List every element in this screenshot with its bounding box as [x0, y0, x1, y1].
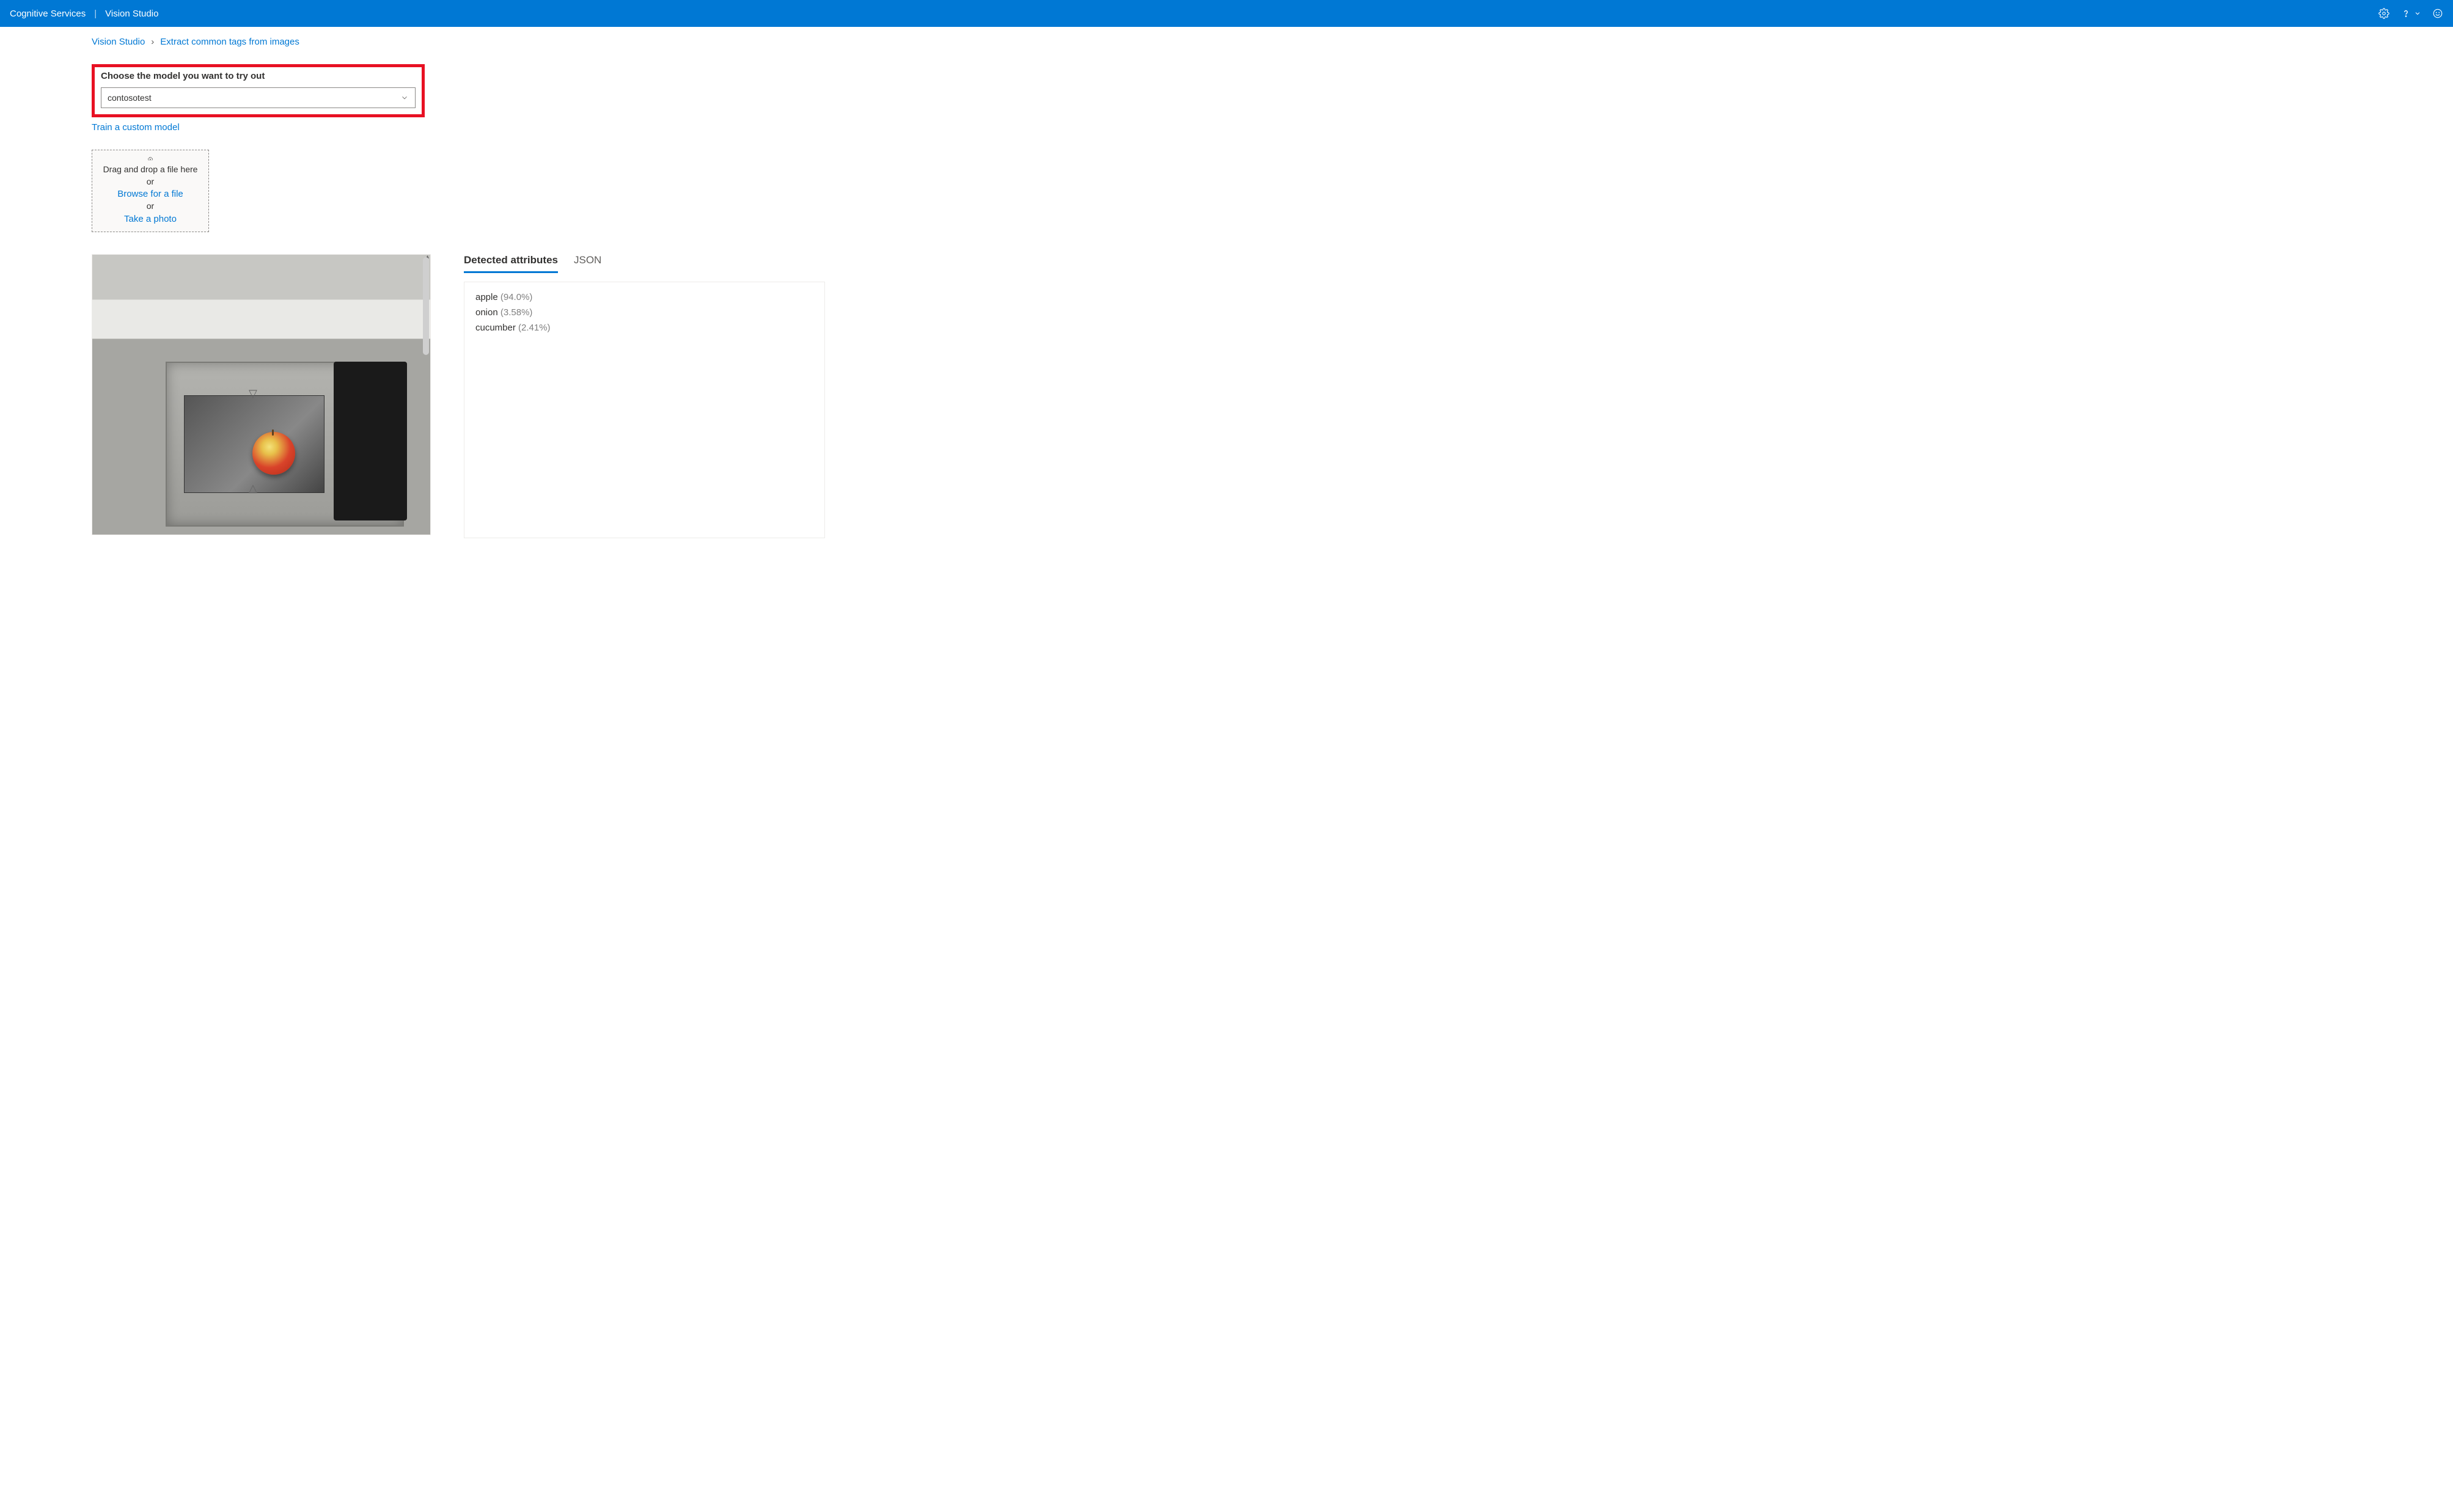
model-selector-value: contosotest: [108, 93, 152, 103]
breadcrumb-separator: ›: [151, 37, 154, 47]
results-column: Detected attributes JSON apple (94.0%) o…: [464, 254, 825, 538]
upload-drag-text: Drag and drop a file here: [103, 164, 198, 176]
result-tag-row: apple (94.0%): [475, 292, 813, 302]
header-actions: [2378, 8, 2443, 19]
chevron-down-icon: [400, 93, 409, 102]
feedback-icon[interactable]: [2432, 8, 2443, 19]
result-tag-prob: (3.58%): [501, 307, 533, 318]
results-panel: apple (94.0%) onion (3.58%) cucumber (2.…: [464, 282, 825, 538]
chevron-down-icon: [2414, 10, 2421, 17]
breadcrumb-root[interactable]: Vision Studio: [92, 37, 145, 47]
model-selector-label: Choose the model you want to try out: [101, 71, 416, 81]
header-separator: |: [92, 9, 99, 19]
model-selector-dropdown[interactable]: contosotest: [101, 87, 416, 108]
image-preview: ▽ △ ▴: [92, 254, 431, 535]
brand-name: Cognitive Services: [10, 9, 86, 19]
take-photo-link[interactable]: Take a photo: [124, 213, 177, 225]
result-tag-name: cucumber: [475, 323, 516, 333]
product-name: Vision Studio: [105, 9, 158, 19]
cloud-upload-icon: [141, 156, 160, 161]
result-tag-name: apple: [475, 292, 498, 302]
scrollbar-thumb[interactable]: [423, 257, 429, 355]
result-tag-row: cucumber (2.41%): [475, 323, 813, 333]
upload-or-2: or: [147, 200, 154, 213]
app-header: Cognitive Services | Vision Studio: [0, 0, 2453, 27]
tray-arrow-bottom-icon: △: [249, 482, 257, 495]
browse-file-link[interactable]: Browse for a file: [117, 188, 183, 200]
result-tag-prob: (2.41%): [518, 323, 551, 333]
preview-apple: [252, 432, 295, 475]
main-content: Vision Studio › Extract common tags from…: [0, 27, 917, 538]
results-tabs: Detected attributes JSON: [464, 254, 825, 273]
tab-json[interactable]: JSON: [574, 254, 601, 273]
result-tag-name: onion: [475, 307, 498, 318]
upload-or-1: or: [147, 176, 154, 188]
preview-scene: ▽ △: [92, 255, 430, 535]
help-menu[interactable]: [2400, 8, 2421, 19]
preview-side-panel: [334, 362, 407, 520]
help-icon: [2400, 8, 2411, 19]
train-custom-model-link[interactable]: Train a custom model: [92, 122, 180, 133]
tab-detected-attributes[interactable]: Detected attributes: [464, 254, 558, 273]
result-tag-row: onion (3.58%): [475, 307, 813, 318]
model-selector-highlight: Choose the model you want to try out con…: [92, 64, 425, 117]
tray-arrow-top-icon: ▽: [249, 387, 257, 400]
results-row: ▽ △ ▴ Detected attributes JSON apple (94…: [92, 254, 825, 538]
breadcrumb-page[interactable]: Extract common tags from images: [160, 37, 299, 47]
result-tag-prob: (94.0%): [501, 292, 533, 302]
upload-dropzone[interactable]: Drag and drop a file here or Browse for …: [92, 150, 209, 232]
breadcrumb: Vision Studio › Extract common tags from…: [92, 37, 825, 47]
header-title-group: Cognitive Services | Vision Studio: [10, 9, 158, 19]
settings-icon[interactable]: [2378, 8, 2389, 19]
